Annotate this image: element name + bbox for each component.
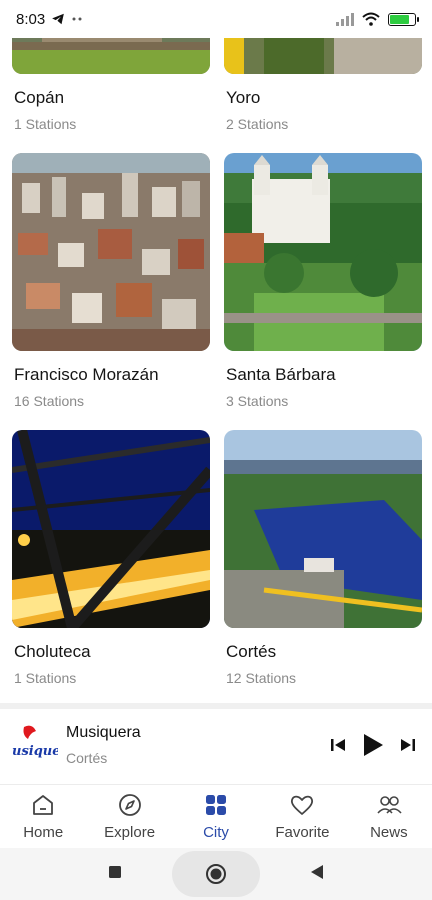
city-station-count: 1 Stations [14, 116, 77, 132]
city-card-cortes[interactable]: Cortés 12 Stations [224, 430, 422, 686]
city-card-copan[interactable]: Copán 1 Stations [12, 38, 210, 132]
player-subtitle: Cortés [66, 750, 108, 766]
nav-item-favorite[interactable]: Favorite [259, 785, 345, 848]
city-name: Copán [14, 88, 65, 107]
signal-icon [336, 13, 354, 26]
play-icon[interactable] [362, 733, 384, 757]
home-icon [33, 795, 54, 815]
nav-item-home[interactable]: Home [0, 785, 86, 848]
nav-label: News [370, 824, 408, 841]
nav-label: City [203, 824, 229, 841]
battery-icon [388, 12, 419, 26]
city-image-yoro [224, 38, 422, 74]
nav-label: Favorite [275, 824, 330, 841]
city-station-count: 1 Stations [14, 670, 77, 686]
city-grid: Copán 1 Stations Yoro 2 Stations Francis… [0, 38, 432, 703]
city-image-francisco-morazan [12, 153, 210, 351]
skip-previous-icon[interactable] [330, 737, 346, 753]
city-station-count: 16 Stations [14, 393, 85, 409]
compass-icon [118, 794, 141, 816]
nav-item-news[interactable]: News [346, 785, 432, 848]
city-name: Choluteca [14, 642, 91, 661]
system-nav-bar [0, 848, 432, 900]
city-card-choluteca[interactable]: Choluteca 1 Stations [12, 430, 210, 686]
city-card-yoro[interactable]: Yoro 2 Stations [224, 38, 422, 132]
station-logo-text: usiquer [12, 744, 58, 759]
nav-item-city[interactable]: City [173, 785, 259, 848]
city-station-count: 2 Stations [226, 116, 289, 132]
station-logo: usiquer [10, 721, 69, 769]
heart-icon [291, 795, 314, 815]
back-icon[interactable] [310, 864, 324, 885]
status-time: 8:03 [16, 10, 46, 28]
status-left: 8:03 [16, 11, 85, 28]
recents-icon[interactable] [108, 865, 122, 884]
player-text: Musiquera Cortés [66, 724, 330, 766]
city-name: Santa Bárbara [226, 365, 336, 384]
nav-label: Home [23, 824, 64, 841]
city-name: Cortés [226, 642, 277, 661]
city-image-santa-barbara [224, 153, 422, 351]
city-image-copan [12, 38, 210, 74]
city-image-choluteca [12, 430, 210, 628]
city-image-cortes [224, 430, 422, 628]
player-controls [330, 733, 416, 757]
city-station-count: 12 Stations [226, 670, 297, 686]
city-station-count: 3 Stations [226, 393, 289, 409]
nav-label: Explore [104, 824, 156, 841]
grid-icon [206, 795, 227, 815]
mini-player[interactable]: usiquer Musiquera Cortés [0, 709, 432, 781]
wifi-icon [362, 12, 380, 26]
status-bar: 8:03 [0, 0, 432, 38]
skip-next-icon[interactable] [400, 737, 416, 753]
people-icon [377, 796, 402, 814]
status-right [336, 12, 419, 26]
city-card-santa-barbara[interactable]: Santa Bárbara 3 Stations [224, 153, 422, 409]
bottom-nav: Home Explore City Favorite News [0, 784, 432, 848]
city-card-francisco-morazan[interactable]: Francisco Morazán 16 Stations [12, 153, 210, 409]
city-name: Francisco Morazán [14, 365, 159, 384]
telegram-icon [52, 13, 65, 25]
city-name: Yoro [226, 88, 261, 107]
nav-item-explore[interactable]: Explore [86, 785, 172, 848]
player-title: Musiquera [66, 724, 141, 741]
home-circle-icon[interactable] [172, 851, 260, 897]
more-dots-icon [72, 17, 82, 21]
